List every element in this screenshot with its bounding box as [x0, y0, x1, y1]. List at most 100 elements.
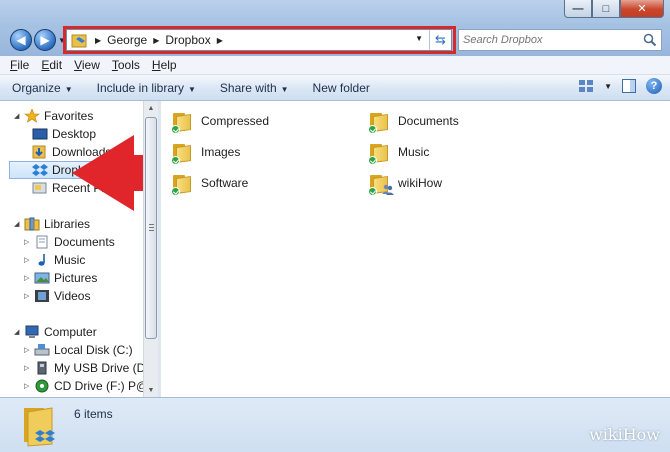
- file-name: Music: [398, 145, 430, 159]
- include-in-library-label: Include in library: [96, 80, 184, 95]
- command-bar: Organize ▼ Include in library ▼ Share with…: [0, 75, 670, 101]
- collapse-arrow-icon[interactable]: ◢: [14, 112, 24, 120]
- recent-places-icon: [32, 182, 47, 194]
- menu-edit[interactable]: Edit: [41, 58, 62, 72]
- file-name: Documents: [398, 114, 459, 128]
- cd-drive-icon: [35, 379, 49, 393]
- share-with-button[interactable]: Share with ▼: [220, 81, 289, 95]
- minimize-button[interactable]: —: [564, 0, 592, 18]
- computer-icon: [25, 325, 39, 338]
- tree-label: My USB Drive (D:): [54, 361, 143, 375]
- collapse-arrow-icon[interactable]: ◢: [14, 220, 24, 228]
- share-with-label: Share with: [219, 80, 277, 95]
- sync-check-icon: [171, 156, 180, 165]
- arrow-left-icon: ◀: [16, 33, 26, 47]
- tree-label: Pictures: [54, 271, 98, 285]
- tree-label: Computer: [44, 325, 97, 339]
- chevron-down-icon[interactable]: ▼: [604, 82, 612, 91]
- navigation-scrollbar[interactable]: ▲ ▼: [143, 101, 158, 397]
- organize-button[interactable]: Organize ▼: [12, 81, 73, 95]
- tree-item-local-disk[interactable]: ▷ Local Disk (C:): [24, 341, 133, 359]
- chevron-down-icon: ▼: [280, 84, 289, 94]
- search-input[interactable]: [459, 30, 639, 50]
- scroll-down-arrow-icon[interactable]: ▼: [144, 383, 158, 397]
- view-controls: ▼ ?: [578, 78, 662, 94]
- expand-arrow-icon[interactable]: ▷: [24, 238, 34, 246]
- file-name: Compressed: [201, 114, 270, 128]
- expand-arrow-icon[interactable]: ▷: [24, 274, 34, 282]
- chevron-down-icon: ▼: [64, 84, 73, 94]
- tree-item-documents[interactable]: ▷ Documents: [24, 233, 115, 251]
- organize-label: Organize: [12, 80, 61, 95]
- search-icon[interactable]: [643, 33, 657, 47]
- file-item-software[interactable]: Software: [171, 170, 248, 196]
- music-icon: [38, 254, 45, 266]
- tree-item-favorites[interactable]: ◢ Favorites: [14, 107, 93, 125]
- tree-item-libraries[interactable]: ◢ Libraries: [14, 215, 90, 233]
- file-item-compressed[interactable]: Compressed: [171, 108, 269, 134]
- folder-icon: [171, 109, 195, 134]
- folder-icon: [368, 109, 392, 134]
- tree-item-cd-drive[interactable]: ▷ CD Drive (F:) P@v@r: [24, 377, 143, 395]
- search-box[interactable]: [458, 29, 662, 51]
- tree-label: Documents: [54, 235, 115, 249]
- menu-view[interactable]: View: [74, 58, 100, 72]
- expand-arrow-icon[interactable]: ▷: [24, 346, 34, 354]
- chevron-down-icon: ▼: [188, 84, 196, 94]
- pictures-icon: [34, 272, 50, 284]
- file-item-images[interactable]: Images: [171, 139, 240, 165]
- hard-drive-icon: [34, 344, 50, 356]
- title-bar: — □ ✕ ◀ ▶ ▼ ▶ George ▶ Dropbox ▶ ▼ ⇆: [0, 0, 670, 56]
- item-count: 6 items: [74, 407, 113, 421]
- usb-drive-icon: [37, 361, 47, 375]
- sync-check-icon: [171, 187, 180, 196]
- include-in-library-button[interactable]: Include in library ▼: [97, 81, 196, 95]
- back-button[interactable]: ◀: [10, 29, 32, 51]
- dropbox-folder-icon: [24, 407, 55, 447]
- expand-arrow-icon[interactable]: ▷: [24, 256, 34, 264]
- close-button[interactable]: ✕: [620, 0, 664, 18]
- tree-label: Libraries: [44, 217, 91, 231]
- menu-file[interactable]: File: [10, 58, 29, 72]
- expand-arrow-icon[interactable]: ▷: [24, 364, 34, 372]
- scroll-up-arrow-icon[interactable]: ▲: [144, 101, 158, 115]
- sync-check-icon: [368, 156, 377, 165]
- wikihow-watermark: wikiHow: [589, 425, 660, 444]
- collapse-arrow-icon[interactable]: ◢: [14, 328, 24, 336]
- tree-item-pictures[interactable]: ▷ Pictures: [24, 269, 97, 287]
- expand-arrow-icon[interactable]: ▷: [24, 382, 34, 390]
- tree-item-usb-drive[interactable]: ▷ My USB Drive (D:): [24, 359, 143, 377]
- downloads-icon: [32, 145, 46, 159]
- help-icon[interactable]: ?: [646, 78, 662, 94]
- file-item-documents[interactable]: Documents: [368, 108, 459, 134]
- expand-arrow-icon[interactable]: ▷: [24, 292, 34, 300]
- forward-button[interactable]: ▶: [34, 29, 56, 51]
- tree-item-music[interactable]: ▷ Music: [24, 251, 85, 269]
- change-view-icon[interactable]: [578, 79, 594, 93]
- file-name: Software: [201, 176, 249, 190]
- tree-label: Local Disk (C:): [54, 343, 133, 357]
- new-folder-button[interactable]: New folder: [313, 81, 370, 95]
- folder-icon: [171, 140, 195, 165]
- tree-item-computer[interactable]: ◢ Computer: [14, 323, 97, 341]
- file-item-wikihow[interactable]: wikiHow: [368, 170, 442, 196]
- dropbox-icon: [32, 164, 48, 176]
- folder-icon: [368, 140, 392, 165]
- videos-icon: [35, 290, 49, 302]
- shared-folder-icon: [368, 171, 394, 196]
- file-name: wikiHow: [398, 176, 443, 190]
- menu-tools[interactable]: Tools: [112, 58, 140, 72]
- scroll-thumb[interactable]: [145, 117, 157, 339]
- file-list: Compressed Documents Images Music Softwa…: [161, 101, 670, 397]
- menu-help[interactable]: Help: [152, 58, 177, 72]
- shared-users-icon: [382, 184, 394, 195]
- desktop-icon: [32, 128, 48, 140]
- tree-label: Videos: [54, 289, 91, 303]
- preview-pane-icon[interactable]: [622, 79, 636, 93]
- tree-item-videos[interactable]: ▷ Videos: [24, 287, 90, 305]
- maximize-button[interactable]: □: [592, 0, 620, 18]
- file-item-music[interactable]: Music: [368, 139, 429, 165]
- tree-label: Favorites: [44, 109, 94, 123]
- arrow-right-icon: ▶: [40, 33, 50, 47]
- libraries-icon: [24, 217, 40, 231]
